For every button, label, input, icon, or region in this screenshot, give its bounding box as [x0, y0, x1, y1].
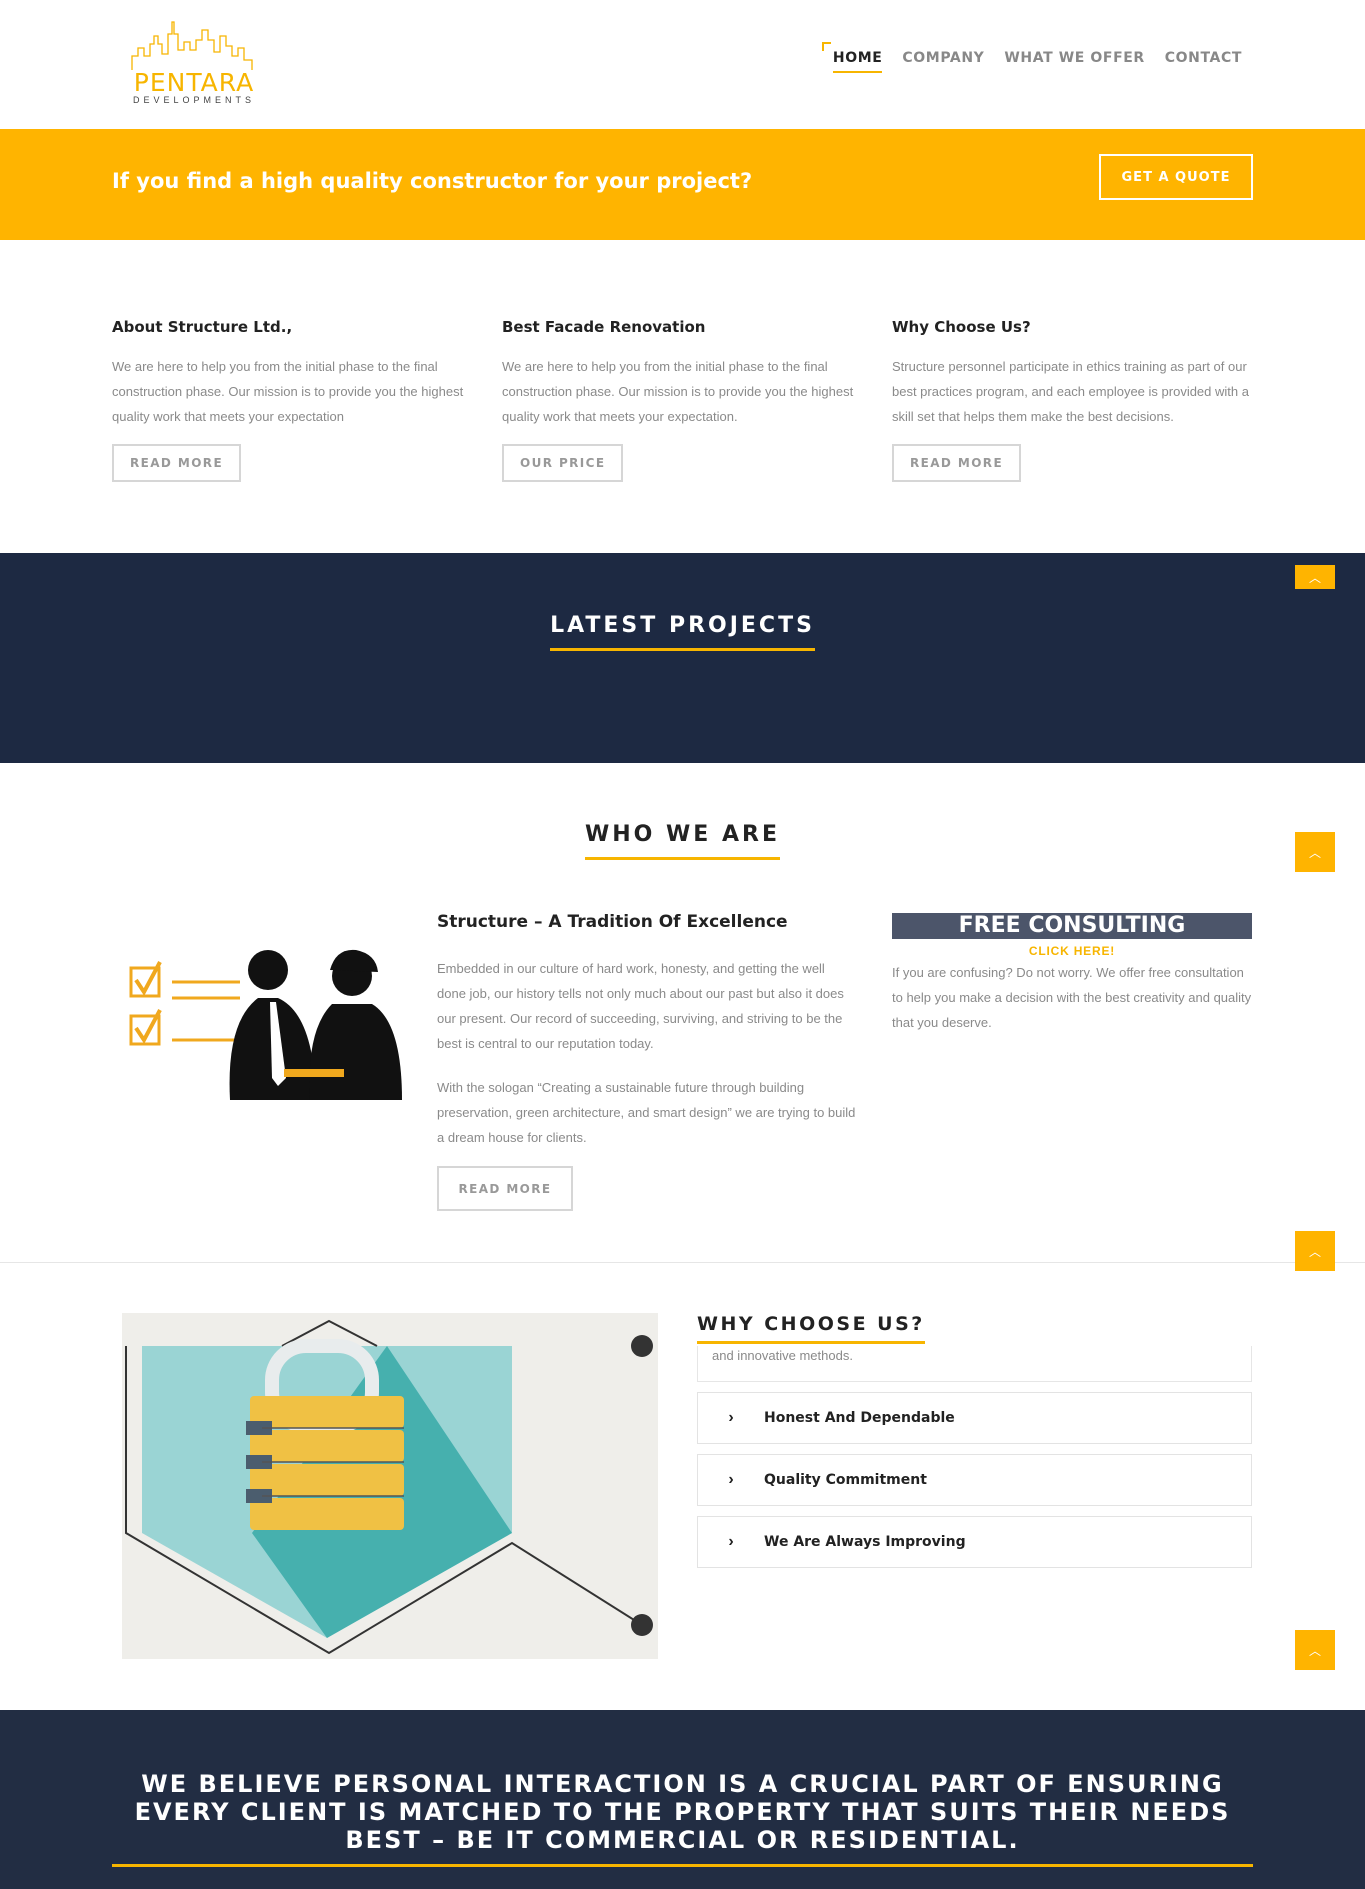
- statement-text: WE BELIEVE PERSONAL INTERACTION IS A CRU…: [112, 1770, 1253, 1867]
- service-title: About Structure Ltd.,: [112, 318, 293, 336]
- site-header: PENTARA DEVELOPMENTS HOME COMPANY WHAT W…: [0, 0, 1365, 129]
- chevron-up-icon: ︿: [1308, 1244, 1321, 1259]
- who-we-are-title: WHO WE ARE: [585, 822, 780, 860]
- section-title: WHO WE ARE: [0, 822, 1365, 860]
- who-heading: Structure – A Tradition Of Excellence: [437, 912, 788, 932]
- section-title: LATEST PROJECTS: [0, 613, 1365, 651]
- chevron-right-icon: ›: [728, 1471, 734, 1488]
- nav-home-label: HOME: [832, 50, 883, 66]
- quote-bar: If you find a high quality constructor f…: [0, 129, 1365, 240]
- padlock-icon: [125, 1319, 653, 1655]
- service-title: Why Choose Us?: [892, 318, 1031, 336]
- accordion-item-quality[interactable]: › Quality Commitment: [697, 1454, 1252, 1506]
- latest-projects-section: LATEST PROJECTS: [0, 553, 1365, 763]
- service-title: Best Facade Renovation: [502, 318, 706, 336]
- nav-company[interactable]: COMPANY: [902, 50, 984, 73]
- scroll-top-button[interactable]: ︿: [1295, 565, 1335, 589]
- statement-section: WE BELIEVE PERSONAL INTERACTION IS A CRU…: [0, 1710, 1365, 1889]
- padlock-illustration: [122, 1313, 658, 1659]
- city-skyline-icon: [131, 21, 253, 70]
- section-divider: [0, 1262, 1365, 1263]
- logo-tagline: DEVELOPMENTS: [132, 95, 256, 105]
- service-about: About Structure Ltd., We are here to hel…: [112, 318, 474, 482]
- service-text: We are here to help you from the initial…: [502, 359, 854, 424]
- nav-home[interactable]: HOME: [821, 42, 883, 73]
- why-choose-us-title: WHY CHOOSE US?: [697, 1313, 925, 1344]
- consult-text: If you are confusing? Do not worry. We o…: [892, 965, 1252, 1030]
- read-more-button[interactable]: READ MORE: [437, 1166, 573, 1211]
- accordion-item-improving[interactable]: › We Are Always Improving: [697, 1516, 1252, 1568]
- scroll-top-button[interactable]: ︿: [1295, 832, 1335, 872]
- why-choose-us-title-wrap: WHY CHOOSE US?: [697, 1313, 925, 1344]
- accordion-item-honest[interactable]: › Honest And Dependable: [697, 1392, 1252, 1444]
- nav-what-we-offer[interactable]: WHAT WE OFFER: [1004, 50, 1144, 73]
- scroll-top-button[interactable]: ︿: [1295, 1630, 1335, 1670]
- service-why-choose: Why Choose Us? Structure personnel parti…: [892, 318, 1254, 482]
- accordion-label: Quality Commitment: [764, 1472, 927, 1488]
- who-paragraph: Embedded in our culture of hard work, ho…: [437, 961, 844, 1051]
- logo-wordmark: PENTARA: [133, 68, 255, 97]
- chevron-up-icon: ︿: [1308, 845, 1321, 860]
- businessmen-illustration: [129, 949, 402, 1100]
- quote-bar-text: If you find a high quality constructor f…: [112, 169, 753, 193]
- pentara-logo[interactable]: PENTARA DEVELOPMENTS: [124, 20, 264, 108]
- our-price-button[interactable]: OUR PRICE: [502, 444, 624, 482]
- chevron-right-icon: ›: [728, 1533, 734, 1550]
- read-more-button[interactable]: READ MORE: [892, 444, 1022, 482]
- who-paragraph: With the sologan “Creating a sustainable…: [437, 1080, 856, 1145]
- main-nav: HOME COMPANY WHAT WE OFFER CONTACT: [821, 42, 1242, 73]
- click-here-link[interactable]: CLICK HERE!: [892, 944, 1252, 958]
- chevron-up-icon: ︿: [1308, 1643, 1321, 1658]
- nav-contact[interactable]: CONTACT: [1165, 50, 1242, 73]
- service-text: Structure personnel participate in ethic…: [892, 359, 1249, 424]
- free-consulting-banner[interactable]: FREE CONSULTING: [892, 913, 1252, 939]
- chevron-right-icon: ›: [728, 1409, 734, 1426]
- read-more-button[interactable]: READ MORE: [112, 444, 242, 482]
- get-a-quote-button[interactable]: GET A QUOTE: [1099, 154, 1253, 200]
- chevron-up-icon: ︿: [1308, 570, 1321, 585]
- accordion-label: We Are Always Improving: [764, 1534, 966, 1550]
- accordion-label: Honest And Dependable: [764, 1410, 955, 1426]
- latest-projects-title: LATEST PROJECTS: [550, 613, 815, 651]
- accordion-open-panel: and innovative methods.: [697, 1346, 1252, 1382]
- nav-corner-accent: [821, 42, 831, 51]
- scroll-top-button[interactable]: ︿: [1295, 1231, 1335, 1271]
- service-facade: Best Facade Renovation We are here to he…: [502, 318, 864, 482]
- service-text: We are here to help you from the initial…: [112, 359, 464, 424]
